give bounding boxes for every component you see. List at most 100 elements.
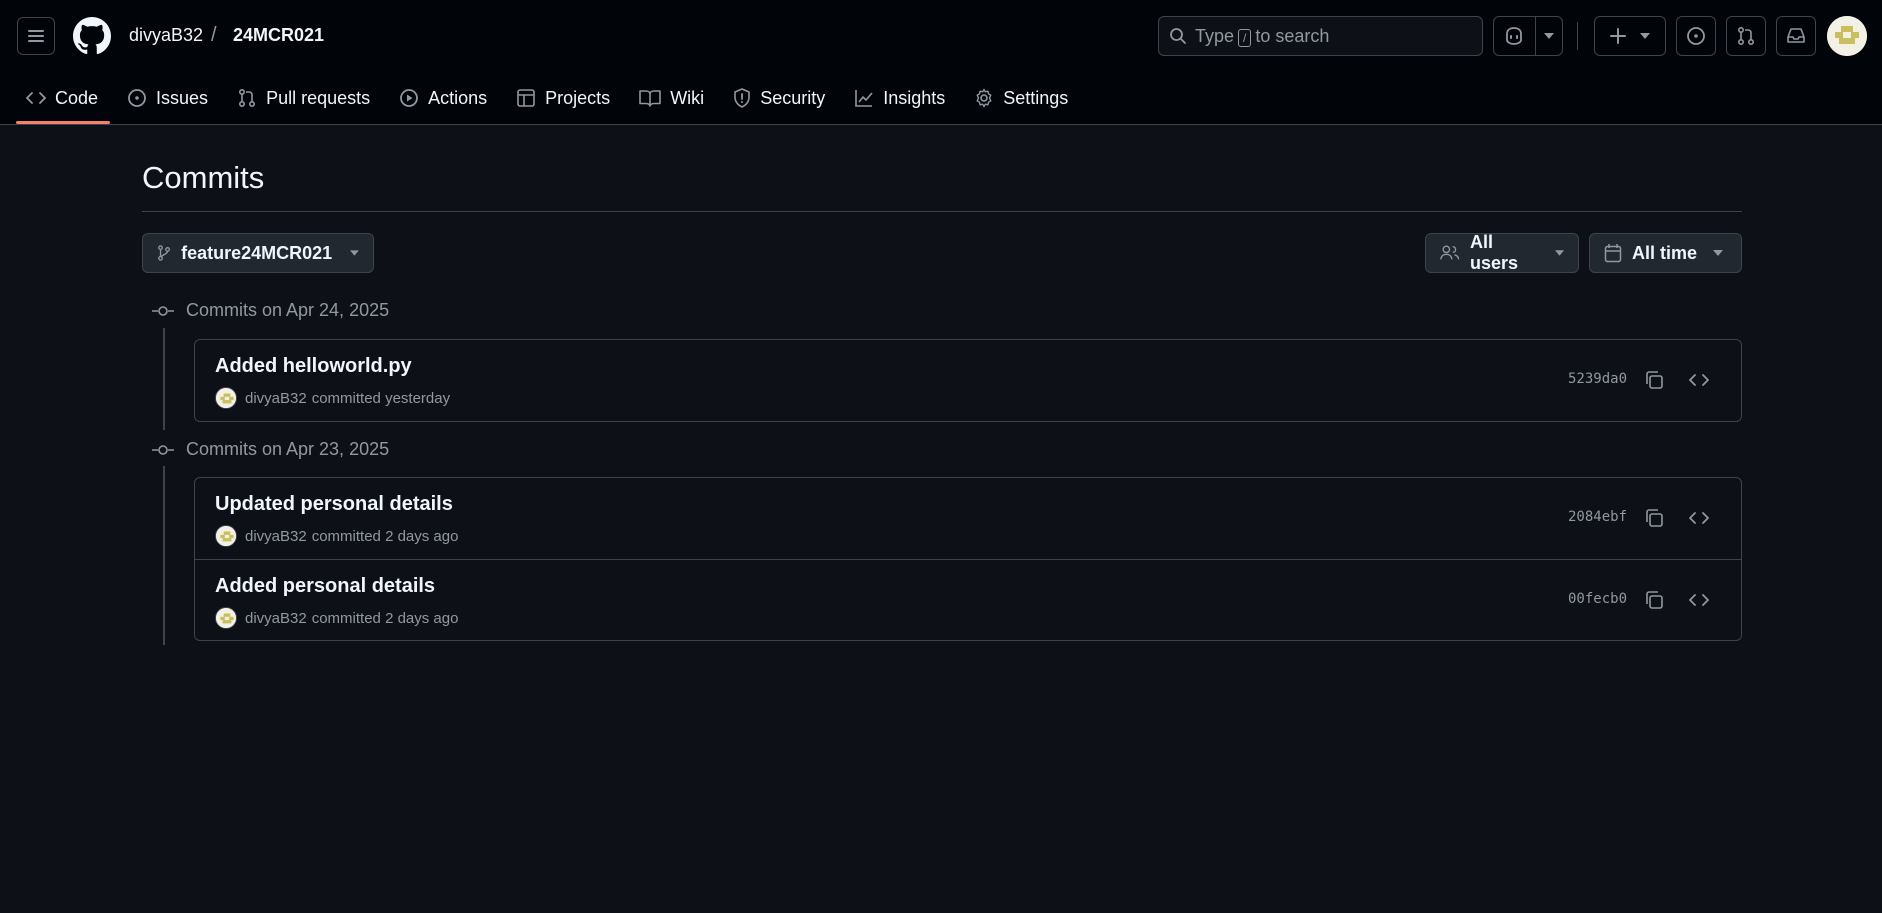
copy-icon xyxy=(1646,591,1663,609)
copy-sha-button[interactable] xyxy=(1641,587,1667,613)
tab-wiki-label: Wiki xyxy=(670,87,705,108)
tab-settings-label: Settings xyxy=(1003,87,1069,108)
plus-icon xyxy=(1610,28,1626,44)
tab-pull-requests[interactable]: Pull requests xyxy=(237,84,370,112)
code-icon xyxy=(1689,512,1709,524)
breadcrumb-repo[interactable]: 24MCR021 xyxy=(233,25,324,46)
book-icon xyxy=(639,90,661,107)
tab-actions-label: Actions xyxy=(428,87,488,108)
copy-sha-button[interactable] xyxy=(1641,367,1667,393)
browse-repo-button[interactable] xyxy=(1686,587,1712,613)
commit-sha-link[interactable]: 2084ebf xyxy=(1568,509,1627,525)
app-header: divyaB32 / 24MCR021 Type / to search Cod… xyxy=(0,0,1882,125)
active-tab-indicator xyxy=(16,121,110,124)
identicon-avatar-icon xyxy=(216,388,236,408)
author-avatar[interactable] xyxy=(215,387,237,409)
commit-group-heading: Commits on Apr 23, 2025 xyxy=(152,439,389,460)
tab-insights[interactable]: Insights xyxy=(854,84,945,112)
copy-sha-button[interactable] xyxy=(1641,505,1667,531)
page-title: Commits xyxy=(142,160,265,195)
commit-title-link[interactable]: Updated personal details xyxy=(215,493,453,516)
commit-sha-link[interactable]: 00fecb0 xyxy=(1568,591,1627,607)
commit-list: Added helloworld.py divyaB32 committed y… xyxy=(194,339,1742,422)
title-divider xyxy=(142,211,1742,212)
search-icon xyxy=(1170,28,1186,44)
copilot-button[interactable] xyxy=(1493,16,1563,56)
table-icon xyxy=(517,89,535,107)
commit-meta: divyaB32 committed 2 days ago xyxy=(215,525,458,547)
graph-icon xyxy=(855,90,873,107)
tab-wiki[interactable]: Wiki xyxy=(639,84,704,112)
chevron-down-icon xyxy=(1640,33,1650,39)
chevron-down-icon xyxy=(1554,250,1564,256)
branch-select-button[interactable]: feature24MCR021 xyxy=(142,233,374,273)
pull-request-icon xyxy=(239,88,256,108)
tab-code[interactable]: Code xyxy=(26,84,98,112)
search-placeholder: Type / to search xyxy=(1195,25,1330,47)
commit-group-heading: Commits on Apr 24, 2025 xyxy=(152,300,389,321)
commit-sha-link[interactable]: 5239da0 xyxy=(1568,371,1627,387)
commit-author-link[interactable]: divyaB32 xyxy=(245,610,307,627)
tab-security-label: Security xyxy=(760,87,826,108)
commit-icon xyxy=(152,444,174,455)
tab-code-label: Code xyxy=(55,87,99,108)
chevron-down-icon xyxy=(1713,250,1724,256)
author-avatar[interactable] xyxy=(215,525,237,547)
pull-request-icon xyxy=(1737,26,1755,46)
user-avatar[interactable] xyxy=(1827,16,1867,56)
commit-time: committed yesterday xyxy=(311,389,451,407)
issue-icon xyxy=(1687,27,1705,45)
tab-settings[interactable]: Settings xyxy=(974,84,1068,112)
browse-repo-button[interactable] xyxy=(1686,367,1712,393)
issue-icon xyxy=(128,89,146,107)
time-filter-label: All time xyxy=(1632,242,1698,263)
branch-name: feature24MCR021 xyxy=(181,242,333,263)
calendar-icon xyxy=(1604,244,1622,263)
timeline-line xyxy=(163,466,165,645)
branch-icon xyxy=(158,245,171,261)
tab-insights-label: Insights xyxy=(883,87,946,108)
hamburger-icon xyxy=(28,30,44,42)
tab-actions[interactable]: Actions xyxy=(399,84,487,112)
create-new-button[interactable] xyxy=(1594,16,1666,56)
commit-author-link[interactable]: divyaB32 xyxy=(245,528,307,545)
tab-projects-label: Projects xyxy=(545,87,611,108)
copy-icon xyxy=(1646,371,1663,389)
gear-icon xyxy=(976,88,992,108)
code-icon xyxy=(1689,594,1709,606)
issues-button[interactable] xyxy=(1676,16,1716,56)
browse-repo-button[interactable] xyxy=(1686,505,1712,531)
chevron-down-icon xyxy=(350,250,359,256)
tab-issues[interactable]: Issues xyxy=(127,84,208,112)
tab-projects[interactable]: Projects xyxy=(516,84,610,112)
search-input[interactable]: Type / to search xyxy=(1158,16,1483,56)
commit-title-link[interactable]: Added helloworld.py xyxy=(215,355,412,378)
menu-button[interactable] xyxy=(17,17,55,55)
tab-pull-requests-label: Pull requests xyxy=(266,87,371,108)
pull-requests-button[interactable] xyxy=(1726,16,1766,56)
identicon-avatar-icon xyxy=(1827,16,1867,56)
commit-group-date: Commits on Apr 23, 2025 xyxy=(186,439,390,459)
breadcrumb-owner[interactable]: divyaB32 xyxy=(129,25,203,46)
identicon-avatar-icon xyxy=(216,608,236,628)
tab-security[interactable]: Security xyxy=(733,84,825,112)
identicon-avatar-icon xyxy=(216,526,236,546)
commit-time: committed 2 days ago xyxy=(311,609,459,627)
author-avatar[interactable] xyxy=(215,607,237,629)
users-filter-label: All users xyxy=(1469,232,1518,273)
commit-meta: divyaB32 committed 2 days ago xyxy=(215,607,458,629)
commit-author-link[interactable]: divyaB32 xyxy=(245,390,307,407)
users-filter-button[interactable]: All users xyxy=(1425,232,1579,273)
play-icon xyxy=(400,89,419,107)
commit-meta: divyaB32 committed yesterday xyxy=(215,387,450,409)
github-logo-icon[interactable] xyxy=(73,17,111,55)
people-icon xyxy=(1440,245,1460,260)
commit-group-date: Commits on Apr 24, 2025 xyxy=(186,300,390,320)
tab-issues-label: Issues xyxy=(156,87,209,108)
copy-icon xyxy=(1646,509,1663,527)
commit-title-link[interactable]: Added personal details xyxy=(215,575,435,598)
repo-nav: Code Issues Pull requests Actions Projec… xyxy=(26,84,1097,112)
time-filter-button[interactable]: All time xyxy=(1589,233,1742,273)
commit-icon xyxy=(152,305,174,316)
inbox-button[interactable] xyxy=(1776,16,1816,56)
